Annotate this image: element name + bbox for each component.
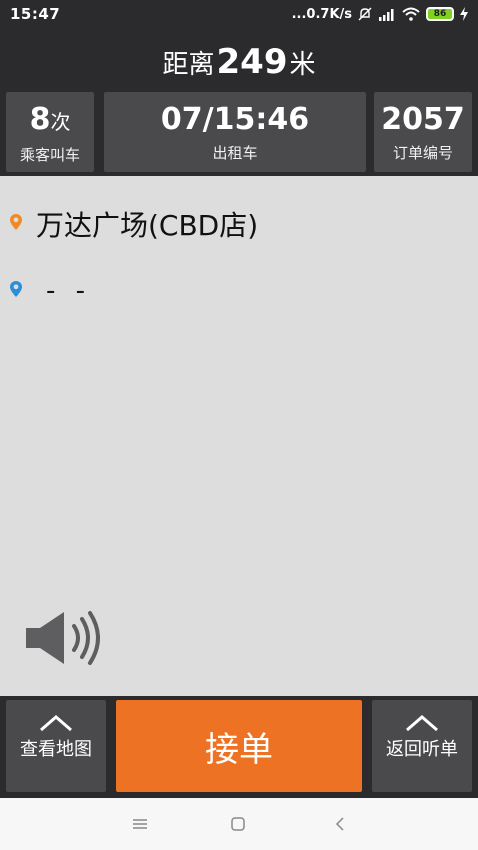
- distance-display: 距离249米: [0, 38, 478, 89]
- distance-value: 249: [216, 42, 288, 82]
- charging-icon: [460, 7, 468, 21]
- start-address: 万达广场(CBD店): [36, 209, 259, 242]
- home-icon[interactable]: [226, 812, 250, 836]
- order-number: 2057: [381, 102, 465, 137]
- end-address-row: - -: [10, 276, 91, 306]
- passenger-calls-label: 乘客叫车: [19, 146, 80, 164]
- menu-icon[interactable]: [128, 812, 152, 836]
- route-panel: 万达广场(CBD店) - -: [0, 176, 478, 696]
- chevron-up-icon: [406, 715, 438, 732]
- back-icon[interactable]: [328, 812, 352, 836]
- signal-icon: [378, 8, 396, 21]
- network-speed: ...0.7K/s: [291, 6, 352, 22]
- order-header: 距离249米 8次 乘客叫车 07/15:46 出租车 2057 订单编号: [0, 28, 478, 176]
- view-map-button[interactable]: 查看地图: [6, 700, 106, 792]
- return-listening-button[interactable]: 返回听单: [372, 700, 472, 792]
- distance-prefix: 距离: [162, 50, 215, 80]
- order-time: 07/15:46: [160, 102, 310, 137]
- action-bar: 查看地图 接单 返回听单: [0, 696, 478, 798]
- speaker-icon[interactable]: [24, 610, 104, 666]
- end-address: - -: [46, 276, 92, 306]
- status-indicators: ...0.7K/s 86: [292, 7, 468, 22]
- status-time: 15:47: [10, 5, 61, 23]
- passenger-calls-unit: 次: [50, 110, 71, 134]
- distance-unit: 米: [289, 50, 316, 80]
- end-location-pin-icon: [10, 281, 22, 301]
- chevron-up-icon: [40, 715, 72, 732]
- accept-order-button[interactable]: 接单: [116, 700, 362, 792]
- mute-bell-icon: [358, 7, 372, 21]
- order-number-box: 2057 订单编号: [374, 92, 472, 172]
- start-address-row: 万达广场(CBD店): [10, 204, 258, 244]
- view-map-label: 查看地图: [20, 739, 92, 760]
- order-time-box: 07/15:46 出租车: [104, 92, 366, 172]
- start-location-pin-icon: [10, 214, 22, 234]
- wifi-icon: [402, 7, 420, 21]
- status-bar: 15:47 ...0.7K/s 86: [0, 0, 478, 28]
- vehicle-type-label: 出租车: [212, 144, 258, 162]
- passenger-calls-box: 8次 乘客叫车: [6, 92, 94, 172]
- order-number-label: 订单编号: [392, 144, 453, 162]
- return-listening-label: 返回听单: [386, 739, 458, 760]
- battery-indicator: 86: [426, 7, 454, 21]
- passenger-calls-count: 8: [29, 102, 51, 137]
- system-navigation-bar: [0, 798, 478, 850]
